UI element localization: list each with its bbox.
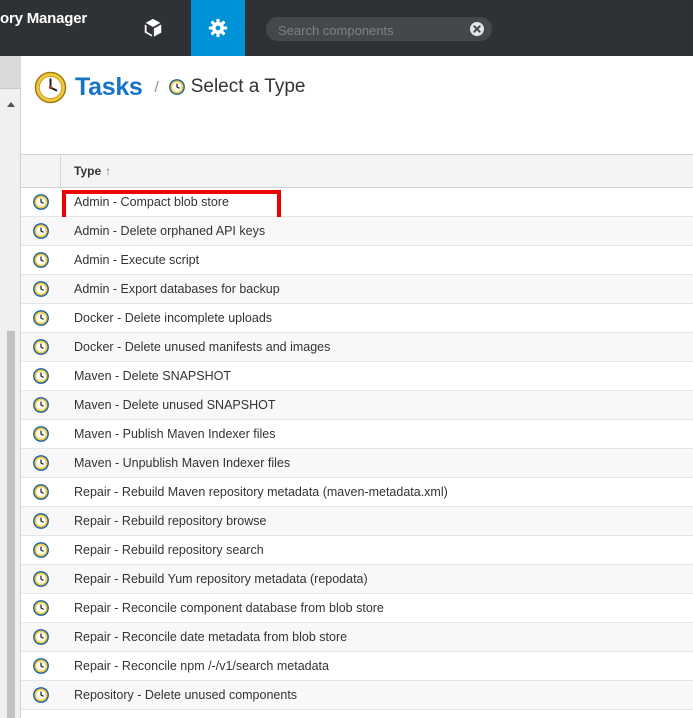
clock-icon [33,426,49,442]
task-type-grid: Type ↑ Admin - Compact blob store Admin - … [21,154,693,710]
grid-body: Admin - Compact blob store Admin - Delete… [21,188,693,710]
clock-icon [33,484,49,500]
clock-icon [33,658,49,674]
row-label: Admin - Delete orphaned API keys [74,224,266,238]
table-row[interactable]: Docker - Delete incomplete uploads [21,304,693,333]
icon-column-header [21,155,61,187]
breadcrumb-root-tasks[interactable]: Tasks [75,73,143,102]
row-label: Repair - Rebuild Maven repository metada… [74,485,448,499]
row-label: Repair - Rebuild repository search [74,543,264,557]
grid-header: Type ↑ [21,154,693,188]
left-nav-panel [0,56,21,718]
row-label: Admin - Execute script [74,253,200,267]
clock-icon [33,542,49,558]
table-row[interactable]: Repair - Rebuild repository search [21,536,693,565]
table-row[interactable]: Docker - Delete unused manifests and ima… [21,333,693,362]
clear-icon[interactable] [470,22,484,36]
table-row[interactable]: Admin - Export databases for backup [21,275,693,304]
table-row[interactable]: Maven - Publish Maven Indexer files [21,420,693,449]
cube-icon [144,18,162,38]
scrollbar-thumb[interactable] [7,331,15,718]
table-row[interactable]: Admin - Compact blob store [21,188,693,221]
breadcrumb-current: Select a Type [190,76,306,97]
clock-icon [33,455,49,471]
top-header: ory Manager [0,0,693,56]
row-label: Repair - Rebuild Yum repository metadata… [74,572,368,586]
row-label: Maven - Delete SNAPSHOT [74,369,231,383]
clock-icon [33,310,49,326]
search-box [266,17,492,41]
search-input[interactable] [276,19,465,41]
table-row[interactable]: Repair - Rebuild Maven repository metada… [21,478,693,507]
column-header-type[interactable]: Type ↑ [74,164,111,178]
clock-icon [33,281,49,297]
row-label: Maven - Delete unused SNAPSHOT [74,398,276,412]
clock-icon [33,339,49,355]
clock-icon [33,600,49,616]
table-row[interactable]: Admin - Execute script [21,246,693,275]
clock-icon [33,194,49,210]
breadcrumb: Tasks / Select a Type [34,67,305,107]
main-panel: Tasks / Select a Type Type ↑ Admin - Comp… [21,56,693,718]
table-row[interactable]: Maven - Delete unused SNAPSHOT [21,391,693,420]
clock-icon [33,223,49,239]
app-title: ory Manager [0,10,87,27]
table-row[interactable]: Maven - Delete SNAPSHOT [21,362,693,391]
administration-button[interactable] [191,0,245,56]
browse-button[interactable] [126,0,180,56]
row-label: Repair - Reconcile npm /-/v1/search meta… [74,659,329,673]
row-label: Repair - Reconcile date metadata from bl… [74,630,348,644]
table-row[interactable]: Repair - Rebuild repository browse [21,507,693,536]
table-row[interactable]: Repair - Reconcile npm /-/v1/search meta… [21,652,693,681]
row-label: Repair - Rebuild repository browse [74,514,267,528]
breadcrumb-separator: / [154,78,159,96]
table-row[interactable]: Repair - Reconcile component database fr… [21,594,693,623]
nav-panel-header [0,56,21,89]
row-label: Repair - Reconcile component database fr… [74,601,384,615]
row-label: Docker - Delete unused manifests and ima… [74,340,331,354]
clock-icon [33,397,49,413]
table-row[interactable]: Maven - Unpublish Maven Indexer files [21,449,693,478]
clock-icon [33,513,49,529]
row-label: Maven - Unpublish Maven Indexer files [74,456,291,470]
clock-icon [33,368,49,384]
row-label: Admin - Compact blob store [74,195,229,209]
row-label: Docker - Delete incomplete uploads [74,311,273,325]
table-row[interactable]: Admin - Delete orphaned API keys [21,217,693,246]
clock-icon [33,252,49,268]
clock-icon [34,71,67,103]
table-row[interactable]: Repository - Delete unused components [21,681,693,710]
column-header-type-label: Type [74,164,102,178]
clock-icon [168,79,185,95]
row-label: Admin - Export databases for backup [74,282,280,296]
sort-ascending-icon: ↑ [105,164,112,178]
row-label: Maven - Publish Maven Indexer files [74,427,276,441]
gear-icon [208,18,228,38]
clock-icon [33,687,49,703]
clock-icon [33,629,49,645]
table-row[interactable]: Repair - Rebuild Yum repository metadata… [21,565,693,594]
table-row[interactable]: Repair - Reconcile date metadata from bl… [21,623,693,652]
clock-icon [33,571,49,587]
scroll-up-arrow[interactable] [7,102,15,107]
row-label: Repository - Delete unused components [74,688,298,702]
